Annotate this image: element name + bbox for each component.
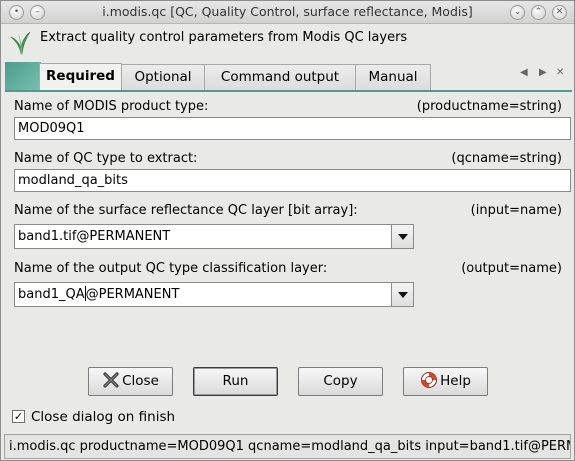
close-on-finish-label: Close dialog on finish xyxy=(31,409,176,425)
title-bar: • – i.modis.qc [QC, Quality Control, sur… xyxy=(1,1,574,24)
minimize-icon[interactable]: ⌄ xyxy=(510,5,525,20)
productname-input[interactable]: MOD09Q1 xyxy=(14,117,571,140)
input-layer-dropdown-icon[interactable] xyxy=(391,225,413,248)
grass-logo-icon xyxy=(10,31,31,55)
module-description: Extract quality control parameters from … xyxy=(40,30,408,45)
run-button-label: Run xyxy=(222,373,249,389)
close-window-icon[interactable]: ✕ xyxy=(552,5,567,20)
tab-accent-strip xyxy=(5,62,41,90)
tab-scroll-right-icon[interactable]: ▶ xyxy=(539,67,547,78)
tab-close-icon[interactable]: ✕ xyxy=(556,67,564,78)
tab-bar: Required Optional Command output Manual … xyxy=(5,62,572,91)
dialog-window: • – i.modis.qc [QC, Quality Control, sur… xyxy=(0,0,575,461)
maximize-icon[interactable]: ⌃ xyxy=(531,5,546,20)
output-layer-label: Name of the output QC type classificatio… xyxy=(14,261,328,276)
lifebuoy-help-icon xyxy=(421,372,438,388)
tab-optional[interactable]: Optional xyxy=(121,64,205,90)
close-button[interactable]: Close xyxy=(88,367,173,396)
productname-label: Name of MODIS product type: xyxy=(14,99,209,114)
input-layer-value: band1.tif@PERMANENT xyxy=(18,229,171,244)
qcname-input[interactable]: modland_qa_bits xyxy=(14,169,571,192)
close-button-label: Close xyxy=(122,373,159,389)
tab-command-output[interactable]: Command output xyxy=(204,64,356,90)
copy-button-label: Copy xyxy=(323,373,358,389)
output-layer-param: (output=name) xyxy=(461,261,562,276)
output-layer-dropdown-icon[interactable] xyxy=(391,283,413,306)
help-button[interactable]: Help xyxy=(403,367,488,396)
productname-param: (productname=string) xyxy=(416,99,562,114)
input-layer-param: (input=name) xyxy=(470,203,562,218)
output-layer-value-part2: @PERMANENT xyxy=(85,287,180,302)
output-layer-value-part1: band1_QA xyxy=(18,287,85,302)
close-on-finish-checkbox[interactable]: ✓ xyxy=(12,410,25,423)
qcname-param: (qcname=string) xyxy=(451,151,562,166)
output-layer-combo[interactable]: band1_QA@PERMANENT xyxy=(14,282,414,307)
copy-button[interactable]: Copy xyxy=(298,367,383,396)
window-title: i.modis.qc [QC, Quality Control, surface… xyxy=(102,4,473,19)
dialog-header: Extract quality control parameters from … xyxy=(1,24,574,59)
run-button[interactable]: Run xyxy=(193,367,278,396)
tab-manual[interactable]: Manual xyxy=(355,64,431,90)
qcname-label: Name of QC type to extract: xyxy=(14,151,198,166)
close-icon xyxy=(103,372,119,388)
command-statusbar: i.modis.qc productname=MOD09Q1 qcname=mo… xyxy=(4,434,571,459)
help-button-label: Help xyxy=(440,373,471,389)
tab-scroll-left-icon[interactable]: ◀ xyxy=(520,67,528,78)
input-layer-combo[interactable]: band1.tif@PERMANENT xyxy=(14,224,414,249)
tab-required[interactable]: Required xyxy=(39,63,122,91)
input-layer-label: Name of the surface reflectance QC layer… xyxy=(14,203,358,218)
